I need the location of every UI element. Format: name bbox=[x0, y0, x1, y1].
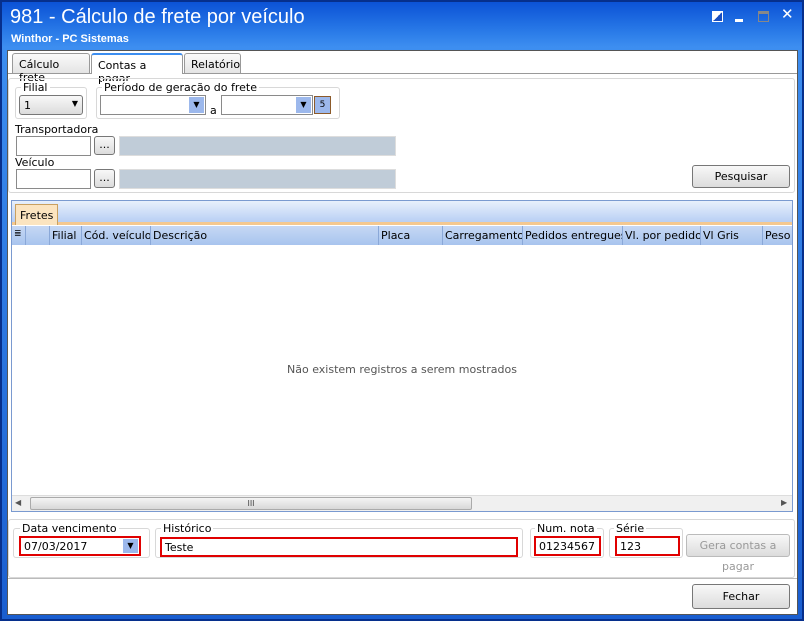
transportadora-label: Transportadora bbox=[15, 123, 99, 136]
chevron-down-icon[interactable]: ▼ bbox=[123, 539, 138, 553]
column-vl-por-pedido[interactable]: Vl. por pedido bbox=[622, 226, 700, 245]
transportadora-name-field bbox=[119, 136, 396, 156]
transportadora-search-button[interactable]: ... bbox=[94, 136, 115, 155]
transportadora-input[interactable] bbox=[16, 136, 91, 156]
chevron-down-icon: ▼ bbox=[71, 99, 78, 108]
scroll-left-icon[interactable]: ◀ bbox=[15, 498, 21, 507]
close-icon[interactable]: ✕ bbox=[781, 5, 794, 23]
tab-calculo-frete[interactable]: Cálculo frete bbox=[12, 53, 90, 84]
num-nota-input[interactable]: 01234567 bbox=[534, 536, 601, 556]
periodo-from-input[interactable]: ▼ bbox=[100, 95, 206, 115]
grid-header: ≣ Filial Cód. veículo Descrição Placa Ca… bbox=[12, 226, 792, 245]
horizontal-scrollbar[interactable]: ◀ III ▶ bbox=[12, 495, 792, 511]
fechar-button[interactable]: Fechar bbox=[692, 584, 790, 609]
column-placa[interactable]: Placa bbox=[378, 226, 442, 245]
fretes-grid: Fretes ≣ Filial Cód. veículo Descrição P… bbox=[11, 200, 793, 512]
periodo-separator: a bbox=[210, 104, 217, 117]
footer-divider bbox=[8, 578, 797, 579]
veiculo-search-button[interactable]: ... bbox=[94, 169, 115, 188]
chevron-down-icon[interactable]: ▼ bbox=[189, 97, 204, 113]
data-venc-label: Data vencimento bbox=[20, 522, 119, 535]
periodo-label: Período de geração do frete bbox=[102, 81, 260, 94]
column-peso[interactable]: Peso bbox=[762, 226, 792, 245]
tab-contas-a-pagar[interactable]: Contas a pagar bbox=[91, 53, 183, 85]
chevron-down-icon[interactable]: ▼ bbox=[296, 97, 311, 113]
veiculo-input[interactable] bbox=[16, 169, 91, 189]
grid-tab-bar: Fretes bbox=[12, 201, 792, 225]
filial-label: Filial bbox=[21, 81, 50, 94]
column-pedidos-entregues[interactable]: Pedidos entregues bbox=[522, 226, 622, 245]
empty-message: Não existem registros a serem mostrados bbox=[287, 363, 517, 376]
periodo-to-input[interactable]: ▼ bbox=[221, 95, 313, 115]
filial-select[interactable]: 1 ▼ bbox=[19, 95, 83, 115]
pesquisar-button[interactable]: Pesquisar bbox=[692, 165, 790, 188]
column-vl-gris[interactable]: Vl Gris bbox=[700, 226, 762, 245]
gera-contas-a-pagar-button[interactable]: Gera contas a pagar bbox=[686, 534, 790, 573]
historico-input[interactable]: Teste bbox=[160, 537, 518, 557]
data-venc-input[interactable]: 07/03/2017 ▼ bbox=[19, 536, 141, 556]
num-nota-label: Num. nota bbox=[535, 522, 597, 535]
calendar-icon[interactable]: 5 bbox=[314, 96, 331, 114]
column-carregamento[interactable]: Carregamento bbox=[442, 226, 522, 245]
maximize-icon[interactable] bbox=[758, 11, 769, 22]
veiculo-name-field bbox=[119, 169, 396, 189]
window-subtitle: Winthor - PC Sistemas bbox=[11, 33, 129, 45]
veiculo-label: Veículo bbox=[15, 156, 55, 169]
column-filial[interactable]: Filial bbox=[49, 226, 81, 245]
serie-input[interactable]: 123 bbox=[615, 536, 680, 556]
minimize-icon[interactable] bbox=[735, 19, 743, 22]
column-chooser-icon[interactable]: ≣ bbox=[12, 226, 25, 245]
restore-icon[interactable] bbox=[712, 11, 723, 22]
scroll-right-icon[interactable]: ▶ bbox=[781, 498, 787, 507]
tab-relatorio[interactable]: Relatório bbox=[184, 53, 241, 73]
column-cod-veiculo[interactable]: Cód. veículo bbox=[81, 226, 150, 245]
column-descricao[interactable]: Descrição bbox=[150, 226, 378, 245]
data-venc-value: 07/03/2017 bbox=[24, 540, 88, 553]
column-blank bbox=[25, 226, 49, 245]
grid-tab-fretes[interactable]: Fretes bbox=[15, 204, 59, 225]
filial-value: 1 bbox=[24, 99, 31, 112]
window-title: 981 - Cálculo de frete por veículo bbox=[10, 6, 305, 28]
serie-label: Série bbox=[614, 522, 647, 535]
scroll-thumb[interactable]: III bbox=[30, 497, 472, 510]
historico-label: Histórico bbox=[161, 522, 214, 535]
